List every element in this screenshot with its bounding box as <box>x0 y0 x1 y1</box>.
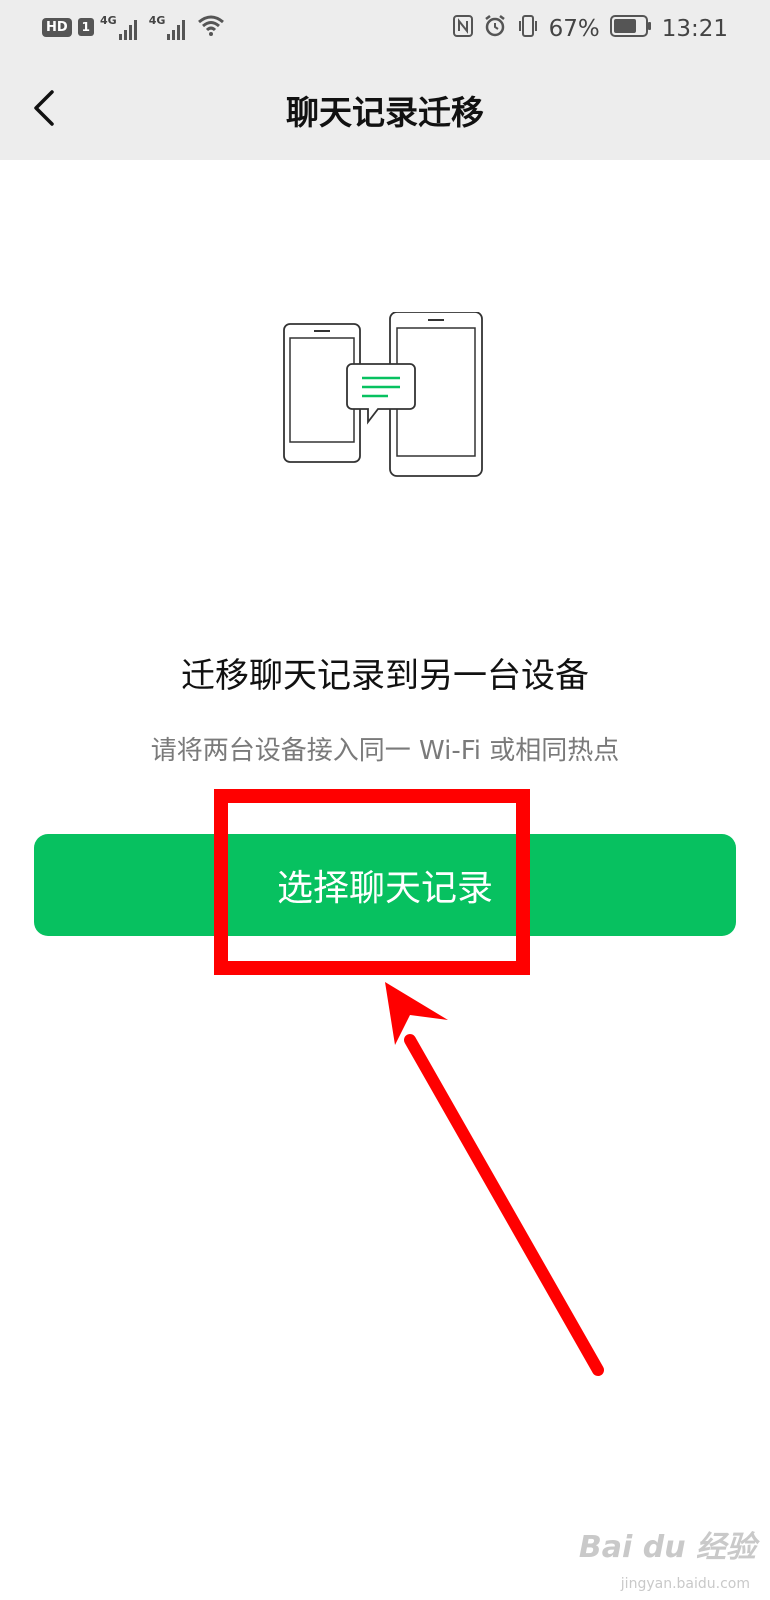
annotation-arrow-head <box>385 982 448 1045</box>
hd-badge: HD <box>42 17 72 37</box>
network-type-label: 4G <box>148 14 166 27</box>
wifi-icon <box>197 14 225 40</box>
alarm-icon <box>483 14 507 44</box>
status-bar: HD 1 4G 4G 67% 13:21 <box>0 0 770 58</box>
phone-transfer-illustration <box>282 311 492 488</box>
select-chat-history-button[interactable]: 选择聊天记录 <box>34 834 736 936</box>
network-type-label: 4G <box>100 14 117 27</box>
battery-icon <box>609 15 652 43</box>
instruction-text: 请将两台设备接入同一 Wi-Fi 或相同热点 <box>150 736 620 766</box>
page-title: 聊天记录迁移 <box>286 93 484 132</box>
status-bar-left: HD 1 4G 4G <box>42 14 225 40</box>
battery-percent: 67% <box>548 16 600 42</box>
select-chat-history-label: 选择聊天记录 <box>276 868 493 909</box>
annotation-overlay <box>214 789 604 1376</box>
watermark-url: jingyan.baidu.com <box>620 1576 750 1592</box>
annotation-arrow-shaft <box>404 1034 604 1376</box>
sim-badge: 1 <box>77 18 95 36</box>
nav-bar: 聊天记录迁移 <box>0 58 770 160</box>
clock-time: 13:21 <box>661 16 728 42</box>
signal-2-icon: 4G <box>149 14 186 40</box>
nfc-icon <box>452 15 473 43</box>
signal-1-icon: 4G <box>100 14 137 40</box>
headline: 迁移聊天记录到另一台设备 <box>181 656 589 696</box>
watermark-logo: Bai du 经验 <box>578 1530 756 1565</box>
vibrate-icon <box>517 14 539 44</box>
status-bar-right: 67% 13:21 <box>452 14 728 44</box>
